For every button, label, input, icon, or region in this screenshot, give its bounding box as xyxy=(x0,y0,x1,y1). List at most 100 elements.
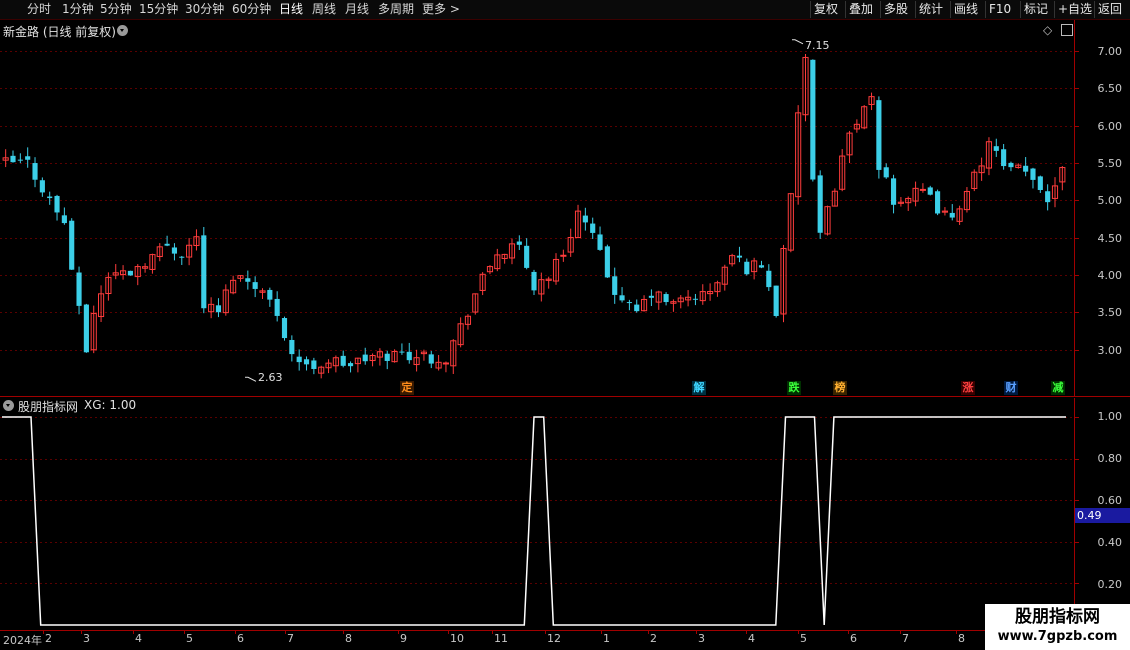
candle xyxy=(245,270,251,290)
candle xyxy=(303,356,310,371)
candle xyxy=(127,270,133,276)
indicator-chart[interactable] xyxy=(0,398,1130,630)
x-month-label: 3 xyxy=(698,632,705,645)
x-tick-mark xyxy=(696,630,697,634)
x-month-label: 8 xyxy=(958,632,965,645)
event-marker-cai[interactable]: 财 xyxy=(1004,381,1018,395)
back-button[interactable]: 返回 xyxy=(1094,1,1125,18)
candle xyxy=(318,365,325,379)
candle xyxy=(824,205,831,236)
period-tab-5min[interactable]: 5分钟 xyxy=(100,2,132,17)
candle xyxy=(839,149,846,192)
event-marker-ding[interactable]: 定 xyxy=(400,381,414,395)
period-tab-fenshi[interactable]: 分时 xyxy=(27,2,51,17)
x-tick-mark xyxy=(81,630,82,634)
x-month-label: 6 xyxy=(237,632,244,645)
candle xyxy=(795,105,802,205)
candle xyxy=(949,204,955,221)
indicator-y-tick: 1.00 xyxy=(1097,410,1123,423)
x-month-label: 7 xyxy=(902,632,909,645)
watermark-title: 股朋指标网 xyxy=(1015,607,1100,627)
price-chart[interactable] xyxy=(0,20,1130,398)
candle xyxy=(47,191,53,205)
candle xyxy=(531,269,537,296)
high-price-label: 7.15 xyxy=(805,39,830,52)
x-month-label: 1 xyxy=(603,632,610,645)
candle xyxy=(230,275,237,295)
indicator-xg-value: XG: 1.00 xyxy=(84,398,137,412)
candle xyxy=(634,299,640,313)
candle xyxy=(369,353,376,367)
candle xyxy=(648,289,654,307)
period-tab-15min[interactable]: 15分钟 xyxy=(139,2,178,17)
candle xyxy=(677,295,684,309)
candle xyxy=(354,357,361,373)
event-marker-bang[interactable]: 榜 xyxy=(833,381,847,395)
period-tab-30min[interactable]: 30分钟 xyxy=(185,2,224,17)
multi-stock-button[interactable]: 多股 xyxy=(880,1,911,18)
candle xyxy=(516,235,522,251)
current-value-badge: 0.49 xyxy=(1075,508,1130,523)
statistics-button[interactable]: 统计 xyxy=(915,1,946,18)
y-tick-label: 6.00 xyxy=(1097,120,1123,133)
watermark-logo: 股朋指标网 www.7gpzb.com xyxy=(985,604,1130,650)
x-tick-mark xyxy=(492,630,493,634)
candle xyxy=(597,226,603,251)
f10-button[interactable]: F10 xyxy=(985,1,1014,18)
y-tick-label: 3.00 xyxy=(1097,344,1123,357)
diamond-icon[interactable]: ◇ xyxy=(1043,23,1052,37)
x-year-label: 2024年 xyxy=(3,634,42,647)
candle xyxy=(868,92,875,111)
candle xyxy=(171,243,178,261)
candle xyxy=(142,263,149,273)
event-marker-die[interactable]: 跌 xyxy=(787,381,801,395)
period-tab-daily[interactable]: 日线 xyxy=(279,2,303,17)
candle xyxy=(663,292,669,306)
period-tab-60min[interactable]: 60分钟 xyxy=(232,2,271,17)
candle xyxy=(861,105,868,130)
candle xyxy=(1023,157,1029,177)
candle xyxy=(1001,144,1007,170)
x-tick-mark xyxy=(956,630,957,634)
draw-line-button[interactable]: 画线 xyxy=(950,1,981,18)
fuquan-button[interactable]: 复权 xyxy=(810,1,841,18)
period-tab-1min[interactable]: 1分钟 xyxy=(62,2,94,17)
event-marker-zhang[interactable]: 涨 xyxy=(961,381,975,395)
event-marker-jian[interactable]: 减 xyxy=(1051,381,1065,395)
candle xyxy=(120,265,127,280)
candle xyxy=(362,347,368,365)
period-tab-more[interactable]: 更多 > xyxy=(422,2,460,17)
candle xyxy=(252,276,258,298)
x-tick-mark xyxy=(746,630,747,634)
low-pointer xyxy=(245,376,257,382)
candle xyxy=(626,299,632,311)
x-month-label: 9 xyxy=(400,632,407,645)
candle xyxy=(574,204,582,239)
candle xyxy=(876,96,882,179)
x-tick-mark xyxy=(184,630,185,634)
candle xyxy=(978,157,985,181)
candle xyxy=(612,267,618,304)
dropdown-circle-icon[interactable] xyxy=(3,400,14,411)
overlay-button[interactable]: 叠加 xyxy=(845,1,876,18)
candle xyxy=(428,350,434,369)
candle xyxy=(406,342,412,364)
y-tick-label: 4.00 xyxy=(1097,269,1123,282)
window-toggle-icon[interactable] xyxy=(1061,24,1073,36)
candle xyxy=(619,287,625,303)
x-tick-mark xyxy=(601,630,602,634)
candle xyxy=(274,291,280,322)
period-tab-monthly[interactable]: 月线 xyxy=(345,2,369,17)
period-tab-multi[interactable]: 多周期 xyxy=(378,2,414,17)
add-watchlist-button[interactable]: +自选 xyxy=(1054,1,1095,18)
candle xyxy=(156,243,163,262)
candle xyxy=(149,253,156,274)
candle xyxy=(1051,177,1059,208)
candle xyxy=(494,248,501,272)
candle xyxy=(538,272,545,302)
mark-button[interactable]: 标记 xyxy=(1020,1,1051,18)
candle xyxy=(524,238,530,270)
dropdown-circle-icon[interactable] xyxy=(117,25,128,36)
period-tab-weekly[interactable]: 周线 xyxy=(312,2,336,17)
event-marker-jie[interactable]: 解 xyxy=(692,381,706,395)
